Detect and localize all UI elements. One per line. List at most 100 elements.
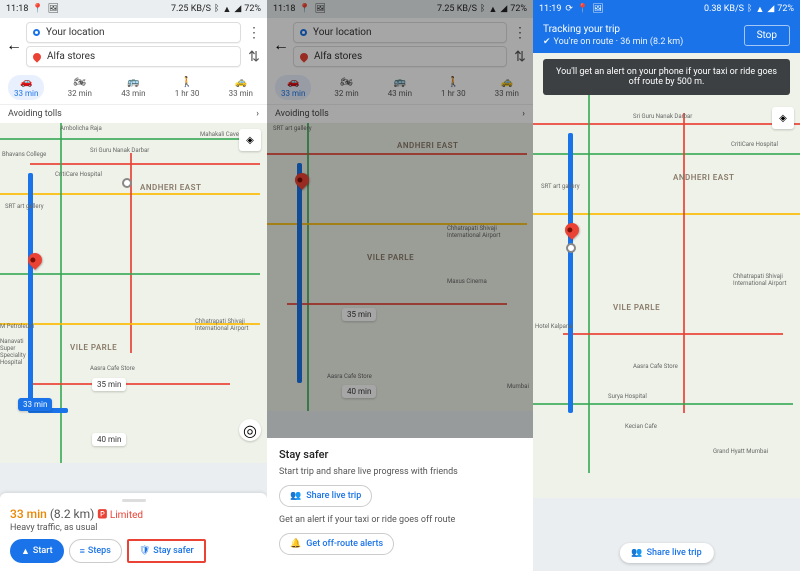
mode-walk[interactable]: 🚶1 hr 30 — [435, 75, 472, 100]
sheet-handle[interactable] — [122, 499, 146, 502]
current-location-marker — [566, 243, 576, 253]
place-nanavati: Nanavati Super Speciality Hospital — [0, 338, 40, 366]
place-petroleum: M Petroleum — [0, 323, 34, 330]
destination-input[interactable]: Alfa stores — [293, 46, 507, 67]
shield-icon: 🛡 — [139, 546, 150, 556]
route-primary-chip[interactable]: 33 min — [18, 398, 52, 411]
layers-button[interactable]: ◈ — [239, 129, 261, 151]
place-airport: Chhatrapati Shivaji International Airpor… — [447, 225, 507, 239]
motorcycle-icon: 🏍 — [73, 77, 86, 88]
navigate-icon: ▲ — [21, 546, 30, 557]
origin-marker — [122, 178, 132, 188]
battery-label: 72% — [244, 4, 261, 14]
destination-input[interactable]: Alfa stores — [26, 46, 241, 67]
car-icon: 🚗 — [20, 77, 32, 88]
stay-safer-sheet: Stay safer Start trip and share live pro… — [267, 438, 533, 571]
stay-safer-title: Stay safer — [279, 448, 521, 461]
options-label: Avoiding tolls — [8, 109, 62, 119]
area-andheri: ANDHERI EAST — [140, 183, 201, 192]
place-guru-nanak: Sri Guru Nanak Darbar — [90, 147, 149, 154]
route-sheet[interactable]: 33 min (8.2 km) 🅿 Limited Heavy traffic,… — [0, 493, 267, 571]
check-icon: ✔ — [543, 37, 551, 47]
mode-drive[interactable]: 🚗33 min — [275, 75, 311, 100]
map-canvas[interactable]: ANDHERI EAST VILE PARLE SRT art gallery … — [267, 123, 533, 411]
tracking-subtitle: You're on route · 36 min (8.2 km) — [554, 37, 684, 47]
map-canvas[interactable]: You'll get an alert on your phone if you… — [533, 53, 800, 498]
data-rate: 7.25 KB/S — [171, 4, 211, 14]
people-icon: 👥 — [631, 548, 642, 558]
bus-icon: 🚌 — [127, 77, 139, 88]
mode-ride[interactable]: 🚕33 min — [223, 75, 259, 100]
mode-transit[interactable]: 🚌43 min — [115, 75, 151, 100]
tracking-title: Tracking your trip — [543, 24, 683, 35]
place-srt: SRT art gallery — [5, 203, 44, 210]
taxi-icon: 🚕 — [235, 77, 247, 88]
place-criticare: CritiCare Hospital — [55, 171, 102, 178]
place-airport: Chhatrapati Shivaji International Airpor… — [733, 273, 788, 287]
bluetooth-icon: ᛒ — [214, 4, 219, 14]
place-surya: Surya Hospital — [608, 393, 647, 400]
travel-modes: 🚗33 min 🏍32 min 🚌43 min 🚶1 hr 30 🚕33 min — [6, 71, 261, 102]
route-alt2-chip[interactable]: 40 min — [92, 433, 126, 446]
origin-input[interactable]: Your location — [26, 22, 241, 43]
my-location-button[interactable]: ◎ — [239, 419, 261, 441]
place-criticare: CritiCare Hospital — [731, 141, 778, 148]
location-icon: 📍 — [299, 4, 310, 14]
place-aasra: Aasra Cafe Store — [327, 373, 372, 380]
route-options[interactable]: Avoiding tolls › — [0, 104, 267, 123]
mode-two-wheeler[interactable]: 🏍32 min — [328, 75, 364, 100]
route-options[interactable]: Avoiding tolls› — [267, 104, 533, 123]
parking-limited: 🅿 Limited — [97, 510, 143, 521]
directions-header: ← Your location Alfa stores ⋮ ⇅ — [0, 18, 267, 104]
mode-walk[interactable]: 🚶1 hr 30 — [169, 75, 206, 100]
walk-icon: 🚶 — [181, 77, 193, 88]
place-amboli: Ambolicha Raja — [60, 125, 102, 132]
back-icon[interactable]: ← — [273, 35, 287, 55]
swap-icon[interactable]: ⇅ — [248, 49, 260, 65]
route-alt2-chip[interactable]: 40 min — [342, 385, 376, 398]
origin-text: Your location — [46, 27, 105, 38]
place-hyatt: Grand Hyatt Mumbai — [713, 448, 768, 455]
offroute-description: Get an alert if your taxi or ride goes o… — [279, 515, 521, 525]
gallery-icon: 🖼 — [48, 4, 59, 14]
back-icon[interactable]: ← — [6, 35, 20, 55]
area-vileparle: VILE PARLE — [70, 343, 117, 352]
destination-text: Alfa stores — [47, 51, 95, 62]
place-maxus: Maxus Cinema — [447, 278, 487, 285]
status-time: 11:18 — [6, 4, 28, 14]
directions-header: ← Your location Alfa stores ⋮ ⇅ 🚗33 min 🏍… — [267, 18, 533, 104]
stay-safer-button[interactable]: 🛡Stay safer — [127, 539, 206, 563]
get-offroute-alerts-button[interactable]: 🔔Get off-route alerts — [279, 533, 394, 555]
origin-dot-icon — [33, 29, 40, 36]
origin-input[interactable]: Your location — [293, 22, 507, 43]
mode-drive[interactable]: 🚗33 min — [8, 75, 44, 100]
mode-transit[interactable]: 🚌43 min — [382, 75, 418, 100]
sync-icon: ⟳ — [565, 4, 573, 14]
gallery-icon: 🖼 — [592, 4, 603, 14]
steps-button[interactable]: ≡Steps — [69, 539, 122, 563]
route-alt1-chip[interactable]: 35 min — [92, 378, 126, 391]
status-bar: 11:19⟳📍🖼 0.38 KB/Sᛒ▲◢72% — [533, 0, 800, 18]
share-live-trip-button[interactable]: 👥Share live trip — [279, 485, 372, 507]
people-icon: 👥 — [290, 491, 301, 501]
place-bhawans: Bhavans College — [2, 151, 46, 158]
signal-icon: ◢ — [234, 4, 241, 14]
mode-ride[interactable]: 🚕33 min — [489, 75, 525, 100]
share-description: Start trip and share live progress with … — [279, 467, 521, 477]
layers-button[interactable]: ◈ — [772, 107, 794, 129]
eta-distance: (8.2 km) — [50, 507, 95, 521]
share-live-trip-button[interactable]: 👥Share live trip — [619, 543, 713, 563]
more-icon[interactable]: ⋮ — [247, 25, 261, 41]
route-alt1-chip[interactable]: 35 min — [342, 308, 376, 321]
status-bar: 11:18 📍 🖼 7.25 KB/S ᛒ ▲ ◢ 72% — [0, 0, 267, 18]
map-canvas[interactable]: ANDHERI EAST VILE PARLE Ambolicha Raja M… — [0, 123, 267, 463]
swap-icon[interactable]: ⇅ — [514, 49, 526, 65]
more-icon[interactable]: ⋮ — [513, 25, 527, 41]
stop-button[interactable]: Stop — [744, 25, 790, 46]
start-button[interactable]: ▲Start — [10, 539, 64, 563]
bell-icon: 🔔 — [290, 539, 301, 549]
eta-time: 33 min — [10, 507, 47, 521]
mode-two-wheeler[interactable]: 🏍32 min — [62, 75, 98, 100]
place-srt: SRT art gallery — [273, 125, 312, 132]
traffic-status: Heavy traffic, as usual — [10, 523, 257, 533]
